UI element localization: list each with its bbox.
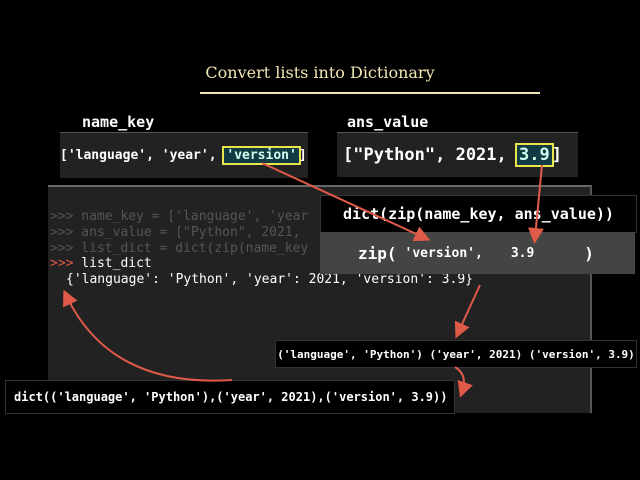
arrow-version <box>261 162 431 242</box>
arrow-to-tuples <box>454 284 481 339</box>
arrow-value <box>527 164 544 244</box>
arrow-to-dict <box>454 366 473 398</box>
arrow-to-output <box>63 289 233 382</box>
arrows <box>63 162 544 398</box>
